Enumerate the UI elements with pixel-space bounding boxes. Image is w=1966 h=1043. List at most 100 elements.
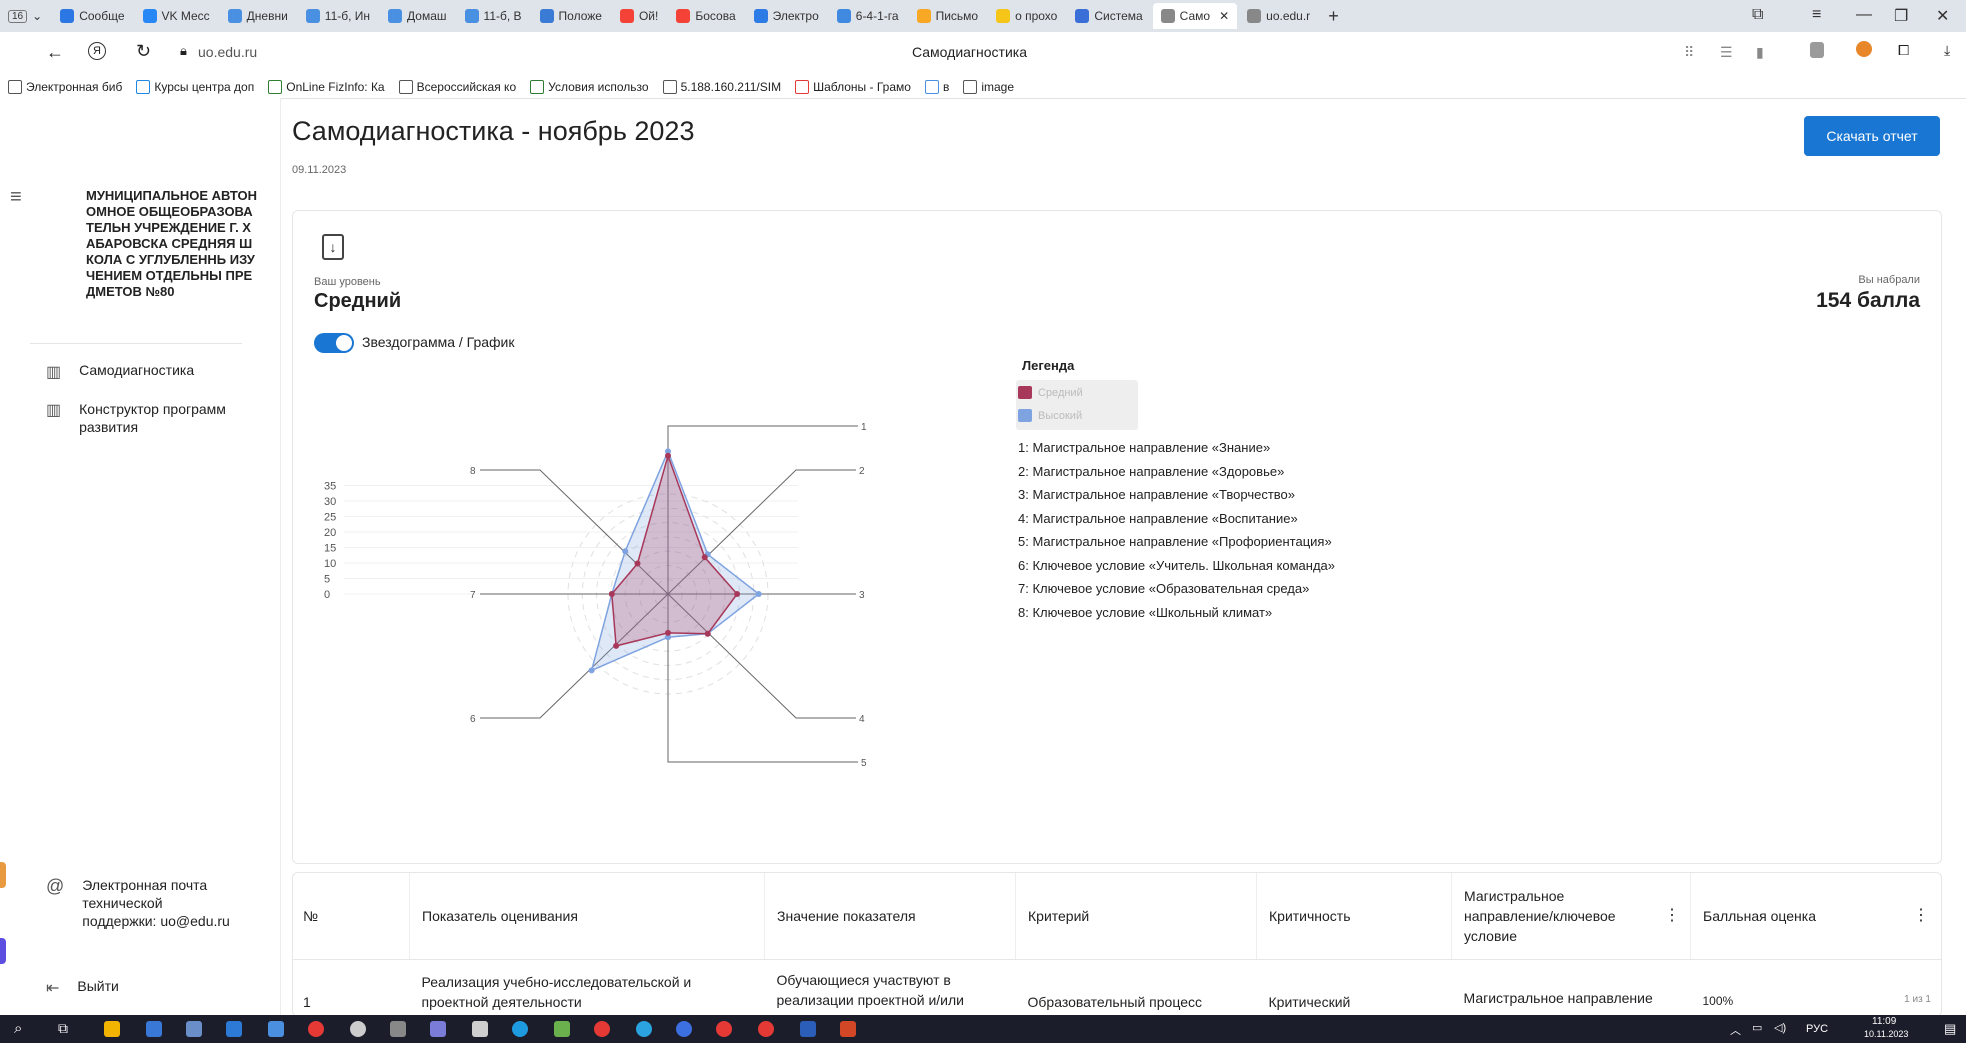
minimize-icon[interactable]: — <box>1856 6 1872 24</box>
extension-puzzle-icon[interactable]: ⧠ <box>1898 42 1909 59</box>
edge-widget-purple[interactable] <box>0 938 6 964</box>
bookmark-item[interactable]: Условия использо <box>530 80 649 94</box>
browser-tab[interactable]: Электро <box>746 3 827 29</box>
browser-tab[interactable]: Положе <box>532 3 610 29</box>
tab-counter[interactable]: 16 ⌄ <box>0 3 50 29</box>
browser-tab[interactable]: Письмо <box>909 3 987 29</box>
photos-icon[interactable] <box>268 1021 284 1037</box>
network-icon[interactable]: ▭ <box>1752 1021 1762 1034</box>
close-tab-icon[interactable]: ✕ <box>1219 9 1229 23</box>
logout-button[interactable]: ⇤ Выйти <box>46 978 119 998</box>
yandex-browser-icon[interactable] <box>594 1021 610 1037</box>
bookmark-item[interactable]: image <box>963 80 1014 94</box>
browser-tab[interactable]: Ой! <box>612 3 666 29</box>
bookmark-item[interactable]: OnLine FizInfo: Ка <box>268 80 385 94</box>
yandex-browser-icon[interactable] <box>716 1021 732 1037</box>
tray-chevron-icon[interactable]: ︿ <box>1730 1022 1741 1038</box>
yandex-browser-icon[interactable] <box>758 1021 774 1037</box>
reader-icon[interactable]: ☰ <box>1720 44 1733 61</box>
column-header[interactable]: Критичность <box>1256 873 1452 960</box>
column-header[interactable]: Показатель оценивания <box>409 873 765 960</box>
bookmark-item[interactable]: Электронная биб <box>8 80 122 94</box>
settings-icon[interactable] <box>350 1021 366 1037</box>
column-header[interactable]: Критерий <box>1015 873 1257 960</box>
browser-tab[interactable]: о прохо <box>988 3 1065 29</box>
radar-point <box>665 452 671 459</box>
column-header[interactable]: № <box>293 873 410 960</box>
browser-tab[interactable]: VK Месс <box>135 3 218 29</box>
chevron-down-icon[interactable]: ⌄ <box>32 9 42 23</box>
explorer-icon[interactable] <box>104 1021 120 1037</box>
volume-icon[interactable]: ◁) <box>1774 1021 1786 1034</box>
browser-tab[interactable]: Само ✕ <box>1152 3 1238 29</box>
browser-tab[interactable]: 11-б, Ин <box>298 3 378 29</box>
tab-favicon-icon <box>836 9 851 23</box>
app-icon[interactable] <box>472 1021 488 1037</box>
sidebar-item-selfdiagnostics[interactable]: ▥ Самодиагностика <box>46 362 194 382</box>
store-icon[interactable] <box>146 1021 162 1037</box>
tab-favicon-icon <box>464 9 479 23</box>
extensions-icon[interactable]: ⠿ <box>1684 44 1694 61</box>
mail-icon[interactable] <box>226 1021 242 1037</box>
bookmark-item[interactable]: Всероссийская ко <box>398 80 516 94</box>
restore-icon[interactable]: ❐ <box>1894 6 1908 26</box>
task-view-icon[interactable]: ⧉ <box>58 1020 68 1037</box>
bookmark-item[interactable]: 5.188.160.211/SIM <box>662 80 781 94</box>
support-text[interactable]: Электронная почта технической поддержки:… <box>82 876 232 930</box>
browser-tab[interactable]: Босова <box>668 3 743 29</box>
word-icon[interactable] <box>800 1021 816 1037</box>
column-menu-icon[interactable]: ⋮ <box>1913 905 1929 925</box>
download-icon[interactable]: ⤓ <box>1944 42 1950 59</box>
search-icon[interactable]: ⌕ <box>14 1020 22 1037</box>
chrome-icon[interactable] <box>308 1021 324 1037</box>
bookmark-item[interactable]: Курсы центра доп <box>136 80 254 94</box>
clock-time[interactable]: 11:09 <box>1872 1016 1896 1027</box>
notifications-icon[interactable]: ▤ <box>1944 1021 1956 1037</box>
back-icon[interactable]: ← <box>46 42 64 63</box>
browser-tab[interactable]: Система <box>1067 3 1150 29</box>
yandex-icon[interactable]: Я <box>88 42 106 60</box>
browser-tab[interactable]: 11-б, В <box>457 3 530 29</box>
column-menu-icon[interactable]: ⋮ <box>1664 905 1680 925</box>
legend-series-high[interactable]: Высокий <box>1018 409 1082 422</box>
column-header-score[interactable]: Балльная оценка ⋮ <box>1690 873 1941 960</box>
file-download-icon[interactable]: ↓ <box>322 234 344 260</box>
edge-icon[interactable] <box>512 1021 528 1037</box>
profile-icon[interactable] <box>1856 41 1872 57</box>
calculator-icon[interactable] <box>186 1021 202 1037</box>
browser-tab[interactable]: 6-4-1-га <box>829 3 907 29</box>
close-window-icon[interactable]: ✕ <box>1936 6 1949 26</box>
browser-tab[interactable]: Домаш <box>380 3 455 29</box>
app-icon[interactable] <box>390 1021 406 1037</box>
app-icon[interactable] <box>676 1021 692 1037</box>
browser-tab[interactable]: Дневни <box>220 3 296 29</box>
browser-tab[interactable]: Сообще <box>52 3 132 29</box>
edge-widget-orange[interactable] <box>0 862 6 888</box>
bookmark-icon[interactable]: ▮ <box>1756 44 1764 61</box>
bookmark-item[interactable]: в <box>924 80 949 94</box>
bookmark-item[interactable]: Шаблоны - Грамо <box>795 80 911 94</box>
telegram-icon[interactable] <box>636 1021 652 1037</box>
url-text[interactable]: uo.edu.ru <box>198 44 257 60</box>
reload-icon[interactable]: ↻ <box>136 41 151 62</box>
browser-tab[interactable]: uo.edu.r <box>1239 3 1318 29</box>
table-row[interactable]: 1 Реализация учебно-исследовательской и … <box>293 959 1941 1016</box>
legend-series-medium[interactable]: Средний <box>1018 386 1083 399</box>
legend-swatch <box>1018 386 1032 399</box>
new-tab-button[interactable]: + <box>1320 3 1347 29</box>
download-report-button[interactable]: Скачать отчет <box>1804 116 1940 156</box>
sidebar-item-program-builder[interactable]: ▥ Конструктор программ развития <box>46 400 246 436</box>
view-toggle[interactable] <box>314 333 354 353</box>
language-indicator[interactable]: РУС <box>1806 1023 1828 1035</box>
app-icon[interactable] <box>430 1021 446 1037</box>
powerpoint-icon[interactable] <box>840 1021 856 1037</box>
radar-point <box>701 554 708 561</box>
menu-icon[interactable]: ≡ <box>1812 6 1821 24</box>
shield-icon[interactable] <box>1810 42 1824 58</box>
hamburger-menu-icon[interactable]: ≡ <box>10 186 22 209</box>
app-icon[interactable] <box>554 1021 570 1037</box>
column-header[interactable]: Значение показателя <box>764 873 1016 960</box>
bookmark-tab-icon[interactable]: ⧉ <box>1752 6 1763 24</box>
column-header-direction[interactable]: Магистральное направление/ключевое услов… <box>1451 873 1691 960</box>
clock-date[interactable]: 10.11.2023 <box>1864 1029 1908 1039</box>
